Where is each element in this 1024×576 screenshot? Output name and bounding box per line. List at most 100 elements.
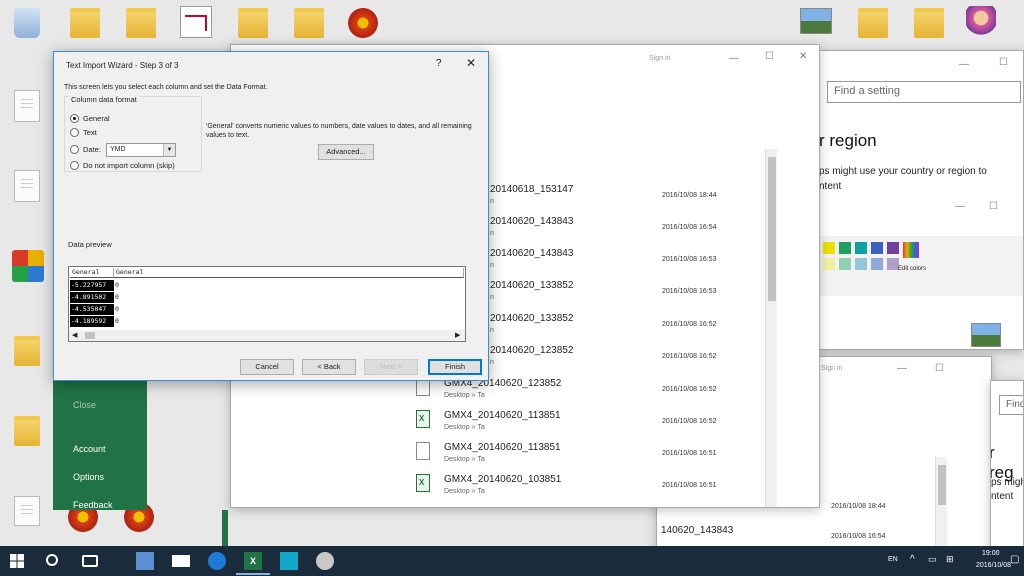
excel-icon[interactable]: X (244, 552, 262, 570)
minimize-icon[interactable]: — (729, 53, 739, 64)
maximize-icon[interactable]: ☐ (765, 51, 774, 62)
landscape-image-icon[interactable] (800, 8, 832, 34)
maximize-icon[interactable]: ☐ (935, 363, 944, 374)
close-icon[interactable]: ✕ (799, 51, 807, 62)
color-swatch[interactable] (823, 258, 835, 270)
file-location: Desktop » Ta (444, 424, 485, 431)
scrollbar[interactable] (935, 457, 947, 555)
flower-image-icon[interactable] (348, 8, 378, 38)
search-icon[interactable] (46, 554, 58, 566)
app-icon[interactable] (316, 552, 334, 570)
folder-icon[interactable] (914, 8, 944, 38)
windows-start-icon[interactable] (10, 554, 24, 568)
notification-icon[interactable]: ▢ (1010, 554, 1019, 565)
settings-search-input[interactable]: Find (999, 395, 1023, 415)
radio-skip[interactable]: Do not import column (skip) (70, 159, 175, 171)
document-icon[interactable] (14, 496, 40, 526)
color-swatch[interactable] (823, 242, 835, 254)
file-row[interactable]: GMX4_20140620_113851 Desktop » Ta 2016/10/… (410, 440, 770, 472)
minimize-icon[interactable]: — (955, 201, 965, 212)
document-icon[interactable] (14, 170, 40, 202)
minimize-icon[interactable]: — (897, 363, 907, 374)
settings-search-input[interactable]: Find a setting (827, 81, 1021, 103)
back-button[interactable]: < Back (302, 359, 356, 375)
backstage-feedback[interactable]: Feedback (73, 500, 113, 510)
file-row[interactable]: GMX4_20140620_103851 Desktop » Ta 2016/10/… (410, 472, 770, 504)
file-date: 2016/10/08 16:52 (662, 386, 717, 393)
excel-backstage-pane: Close Account Options Feedback (53, 380, 147, 510)
date-format-select[interactable]: YMD ▼ (106, 143, 176, 157)
advanced-button[interactable]: Advanced... (318, 144, 374, 160)
document-icon[interactable] (14, 90, 40, 122)
folder-icon[interactable] (14, 336, 40, 366)
color-swatch[interactable] (839, 258, 851, 270)
folder-icon[interactable] (14, 416, 40, 446)
file-name: 20140620_123852 (490, 345, 574, 356)
chevron-right-icon[interactable]: ▶ (455, 331, 460, 339)
finish-button[interactable]: Finish (428, 359, 482, 375)
chevron-up-icon[interactable]: ^ (910, 554, 915, 565)
edit-colors-icon[interactable] (903, 242, 919, 258)
signin-link[interactable]: Sign in (649, 55, 670, 62)
file-date: 2016/10/08 18:44 (831, 503, 886, 510)
general-note: 'General' converts numeric values to num… (206, 123, 472, 139)
folder-icon[interactable] (70, 8, 100, 38)
language-indicator[interactable]: EN (888, 556, 898, 563)
store-icon[interactable] (280, 552, 298, 570)
close-icon[interactable]: ✕ (466, 56, 476, 70)
clock-time[interactable]: 19:00 (982, 550, 1000, 557)
color-swatch[interactable] (839, 242, 851, 254)
radio-general[interactable]: General (70, 112, 110, 124)
radio-button[interactable] (70, 113, 79, 123)
recycle-bin-icon[interactable] (14, 8, 40, 38)
radio-button[interactable] (70, 144, 79, 154)
app-icon[interactable] (136, 552, 154, 570)
signin-link[interactable]: Sign in (821, 365, 842, 372)
radio-button[interactable] (70, 127, 79, 137)
maximize-icon[interactable]: ☐ (999, 57, 1008, 68)
mail-icon[interactable] (172, 555, 190, 567)
chevron-down-icon[interactable]: ▼ (163, 144, 175, 156)
radio-label: Do not import column (skip) (83, 160, 175, 170)
color-swatch[interactable] (887, 242, 899, 254)
maximize-icon[interactable]: ☐ (989, 201, 998, 212)
chevron-left-icon[interactable]: ◀ (72, 331, 77, 339)
backstage-account[interactable]: Account (73, 444, 106, 454)
edge-icon[interactable] (208, 552, 226, 570)
character-image-icon[interactable] (966, 6, 996, 36)
data-preview-label: Data preview (68, 240, 112, 249)
network-icon[interactable]: ▭ (928, 554, 937, 565)
file-name[interactable]: 140620_143843 (661, 525, 733, 536)
folder-icon[interactable] (858, 8, 888, 38)
color-swatch[interactable] (871, 258, 883, 270)
radio-text[interactable]: Text (70, 126, 97, 138)
color-swatch[interactable] (871, 242, 883, 254)
cancel-button[interactable]: Cancel (240, 359, 294, 375)
preview-column-header[interactable]: General (70, 268, 114, 278)
preview-horizontal-scrollbar[interactable]: ◀ ▶ (68, 330, 466, 342)
file-row[interactable]: GMX4_20140620_113851 Desktop » Ta 2016/10/… (410, 408, 770, 440)
radio-label: General (83, 113, 110, 123)
folder-icon[interactable] (294, 8, 324, 38)
color-swatch[interactable] (855, 242, 867, 254)
edit-colors-label[interactable]: Edit colors (897, 266, 927, 272)
radio-date[interactable]: Date: (70, 143, 101, 155)
preview-cell: -4.189592 (70, 316, 114, 327)
folder-icon[interactable] (238, 8, 268, 38)
chart-file-icon[interactable] (180, 6, 212, 38)
landscape-image-icon[interactable] (971, 323, 1001, 347)
clock-date[interactable]: 2016/10/08 (976, 562, 1011, 569)
file-date: 2016/10/08 16:51 (662, 482, 717, 489)
backstage-close[interactable]: Close (73, 400, 96, 410)
radio-button[interactable] (70, 160, 79, 170)
help-icon[interactable]: ? (436, 58, 442, 69)
folder-icon[interactable] (126, 8, 156, 38)
column-format-label: Column data format (69, 95, 139, 104)
minimize-icon[interactable]: — (959, 59, 969, 70)
backstage-options[interactable]: Options (73, 472, 104, 482)
task-view-icon[interactable] (82, 555, 98, 567)
ime-icon[interactable]: ⊞ (946, 554, 954, 565)
mfc-app-icon[interactable] (12, 250, 44, 282)
preview-column-header[interactable]: General (114, 268, 464, 278)
color-swatch[interactable] (855, 258, 867, 270)
